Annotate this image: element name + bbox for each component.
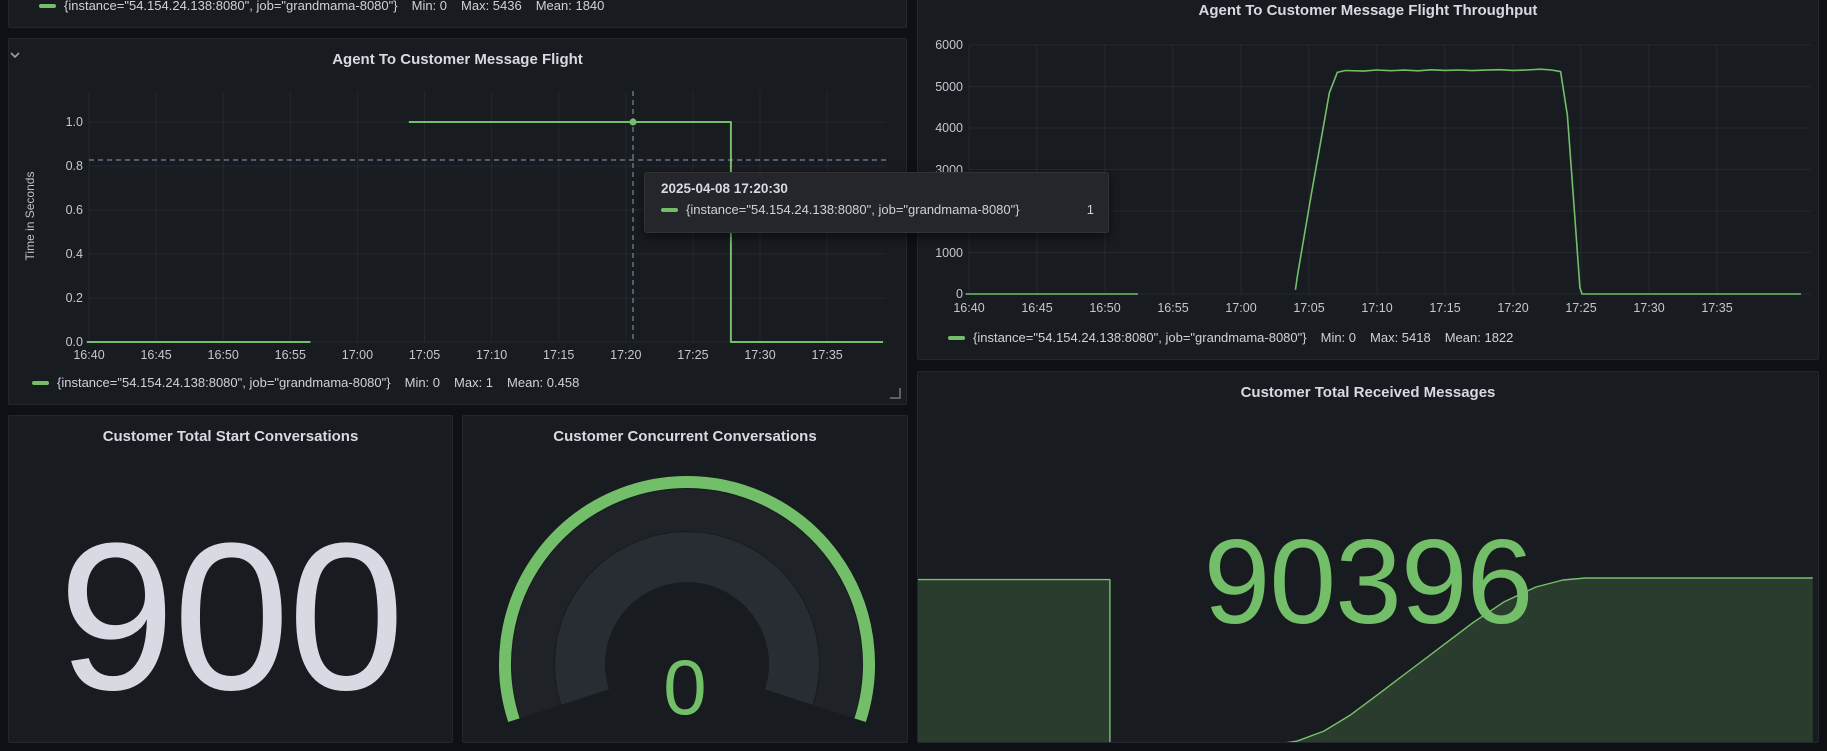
legend-row: {instance="54.154.24.138:8080", job="gra…: [39, 0, 604, 13]
x-axis-tick-label: 16:45: [133, 347, 179, 363]
x-axis-tick-label: 17:00: [1218, 300, 1264, 316]
tooltip-timestamp: 2025-04-08 17:20:30: [661, 181, 1094, 196]
hovered-data-point: [630, 119, 637, 126]
chevron-down-icon[interactable]: [9, 51, 21, 59]
y-axis-tick-label: 1.0: [43, 114, 83, 130]
x-axis-tick-label: 17:25: [1558, 300, 1604, 316]
panel-title[interactable]: Customer Total Start Conversations: [9, 428, 452, 445]
legend-min: Min: 0: [405, 375, 440, 390]
legend-row: {instance="54.154.24.138:8080", job="gra…: [948, 330, 1513, 345]
x-axis-tick-label: 17:15: [1422, 300, 1468, 316]
y-axis-tick-label: 0.2: [43, 290, 83, 306]
x-axis-tick-label: 16:50: [1082, 300, 1128, 316]
gauge-value: 0: [463, 648, 907, 726]
series-color-swatch: [661, 208, 678, 212]
x-axis-tick-label: 17:10: [1354, 300, 1400, 316]
x-axis-tick-label: 17:20: [1490, 300, 1536, 316]
panel-title-row[interactable]: Agent To Customer Message Flight Through…: [918, 2, 1818, 19]
panel-customer-total-received-messages: Customer Total Received Messages 90396: [917, 371, 1819, 743]
x-axis-tick-label: 16:50: [200, 347, 246, 363]
x-axis-tick-label: 17:15: [536, 347, 582, 363]
x-axis-tick-label: 16:55: [1150, 300, 1196, 316]
legend-series-label[interactable]: {instance="54.154.24.138:8080", job="gra…: [64, 0, 398, 13]
legend-series-label[interactable]: {instance="54.154.24.138:8080", job="gra…: [57, 375, 391, 390]
x-axis-tick-label: 17:30: [1626, 300, 1672, 316]
panel-customer-concurrent-conversations: Customer Concurrent Conversations 0: [462, 415, 908, 743]
grafana-dashboard: {instance="54.154.24.138:8080", job="gra…: [0, 0, 1827, 751]
series-color-swatch: [39, 4, 56, 8]
panel-title[interactable]: Agent To Customer Message Flight Through…: [1199, 2, 1538, 19]
x-axis-tick-label: 17:35: [1694, 300, 1740, 316]
legend-max: Max: 1: [454, 375, 493, 390]
y-axis-tick-label: 0.6: [43, 202, 83, 218]
x-axis-tick-label: 17:20: [603, 347, 649, 363]
stat-value: 90396: [918, 522, 1818, 642]
series-color-swatch: [32, 381, 49, 385]
x-axis-tick-label: 16:55: [267, 347, 313, 363]
x-axis-tick-label: 16:40: [66, 347, 112, 363]
panel-title-row[interactable]: Agent To Customer Message Flight: [9, 51, 906, 68]
legend-mean: Mean: 1822: [1445, 330, 1514, 345]
x-axis-tick-label: 16:45: [1014, 300, 1060, 316]
legend-row: {instance="54.154.24.138:8080", job="gra…: [32, 375, 579, 390]
chart-tooltip: 2025-04-08 17:20:30 {instance="54.154.24…: [644, 172, 1109, 233]
y-axis-tick-label: 6000: [923, 37, 963, 53]
legend-mean: Mean: 1840: [536, 0, 605, 13]
x-axis-tick-label: 17:05: [1286, 300, 1332, 316]
legend-max: Max: 5436: [461, 0, 522, 13]
x-axis-tick-label: 16:40: [946, 300, 992, 316]
tooltip-series-row: {instance="54.154.24.138:8080", job="gra…: [661, 202, 1094, 217]
y-axis-tick-label: 0.4: [43, 246, 83, 262]
x-axis-tick-label: 17:05: [402, 347, 448, 363]
x-axis-tick-label: 17:35: [804, 347, 850, 363]
x-axis-tick-label: 17:10: [469, 347, 515, 363]
x-axis-tick-label: 17:00: [334, 347, 380, 363]
stat-value: 900: [9, 512, 452, 722]
panel-partial-top: {instance="54.154.24.138:8080", job="gra…: [8, 0, 907, 28]
legend-min: Min: 0: [1321, 330, 1356, 345]
y-axis-label: Time in Seconds: [23, 161, 37, 271]
panel-resize-handle[interactable]: [890, 388, 901, 399]
y-axis-tick-label: 1000: [923, 245, 963, 261]
panel-title[interactable]: Agent To Customer Message Flight: [332, 51, 583, 68]
legend-min: Min: 0: [412, 0, 447, 13]
panel-customer-total-start-conversations: Customer Total Start Conversations 900: [8, 415, 453, 743]
legend-mean: Mean: 0.458: [507, 375, 579, 390]
series-line: [1295, 69, 1801, 294]
tooltip-series-label: {instance="54.154.24.138:8080", job="gra…: [686, 202, 1020, 217]
legend-series-label[interactable]: {instance="54.154.24.138:8080", job="gra…: [973, 330, 1307, 345]
legend-max: Max: 5418: [1370, 330, 1431, 345]
x-axis-tick-label: 17:30: [737, 347, 783, 363]
panel-title[interactable]: Customer Total Received Messages: [918, 384, 1818, 401]
y-axis-tick-label: 0.8: [43, 158, 83, 174]
y-axis-tick-label: 5000: [923, 79, 963, 95]
tooltip-series-value: 1: [1075, 202, 1094, 217]
x-axis-tick-label: 17:25: [670, 347, 716, 363]
series-color-swatch: [948, 336, 965, 340]
y-axis-tick-label: 4000: [923, 120, 963, 136]
